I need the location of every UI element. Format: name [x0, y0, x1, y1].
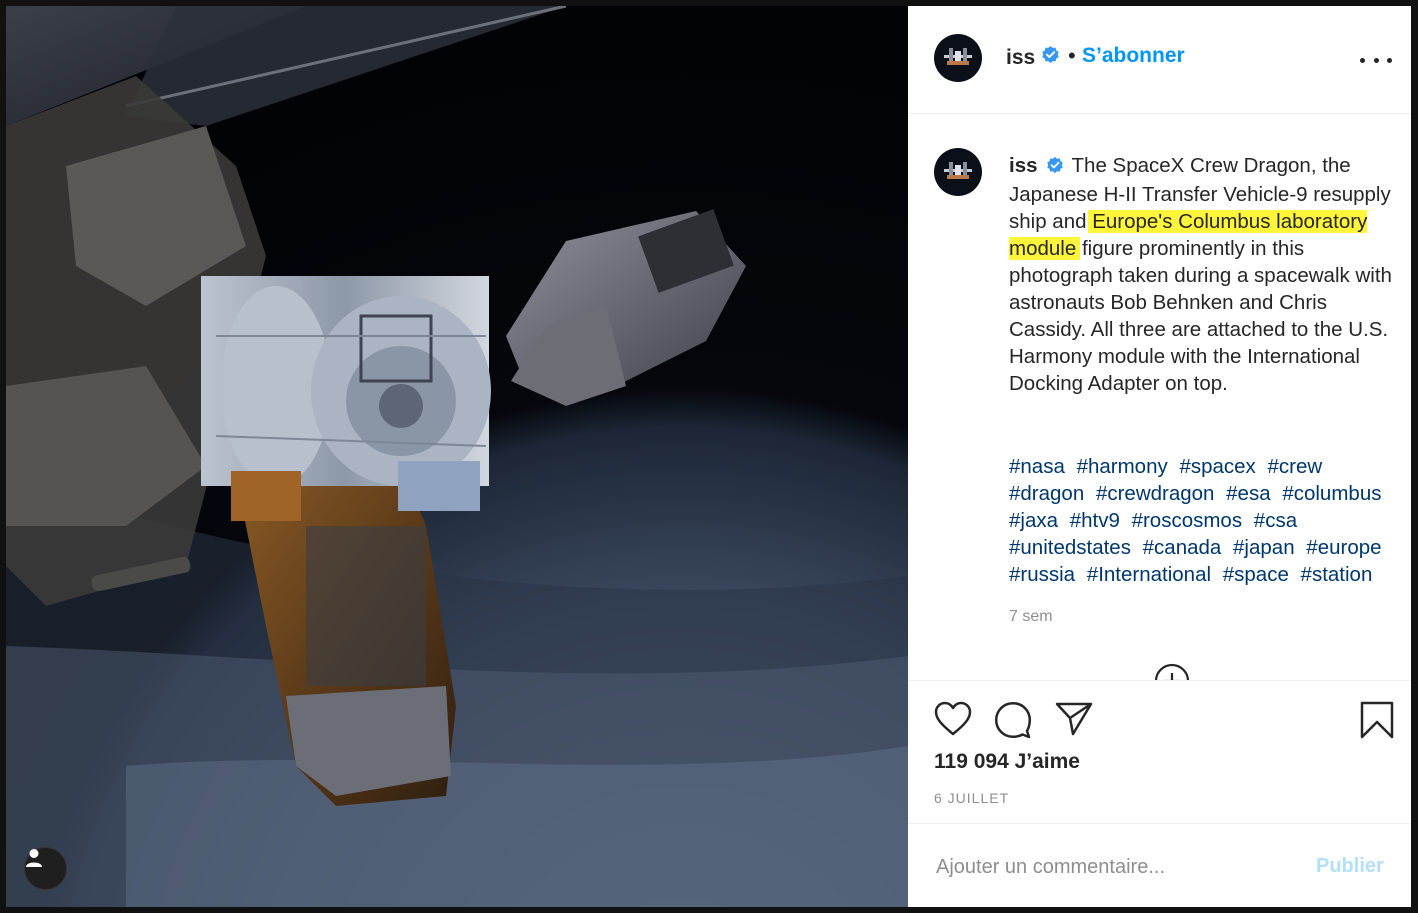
- hashtag-link[interactable]: #japan: [1233, 536, 1295, 559]
- hashtag-link[interactable]: #htv9: [1070, 509, 1120, 532]
- post-side-panel: iss • S’abonner iss The SpaceX Crew Drag…: [908, 6, 1411, 907]
- comment-input[interactable]: [934, 848, 1268, 886]
- caption-highlight: Europe's Columbus: [1088, 210, 1275, 233]
- hashtag-link[interactable]: #canada: [1143, 536, 1222, 559]
- hashtag-list: #nasa #harmony #spacex #crew #dragon #cr…: [1009, 453, 1404, 588]
- header-separator: •: [1068, 43, 1076, 68]
- hashtag-link[interactable]: #crewdragon: [1096, 482, 1215, 505]
- hashtag-link[interactable]: #roscosmos: [1132, 509, 1243, 532]
- iss-logo-icon: [944, 162, 972, 179]
- space-station-image: [6, 6, 908, 907]
- user-silhouette-icon: [26, 849, 42, 867]
- add-comment-bar: Publier: [908, 823, 1411, 907]
- caption-text-end: figure prominently in this photograph ta…: [1009, 237, 1392, 395]
- profile-avatar[interactable]: [934, 34, 982, 82]
- hashtag-link[interactable]: #unitedstates: [1009, 536, 1131, 559]
- hashtag-link[interactable]: #russia: [1009, 563, 1075, 586]
- post-caption: iss The SpaceX Crew Dragon, the Japanese…: [1009, 152, 1401, 397]
- post-actions: 119 094 J’aime 6 JUILLET: [908, 680, 1411, 824]
- post-date[interactable]: 6 JUILLET: [934, 790, 1009, 806]
- plus-circle-icon[interactable]: [1153, 662, 1191, 680]
- hashtag-link[interactable]: #harmony: [1077, 455, 1168, 478]
- post-header: iss • S’abonner: [908, 6, 1411, 114]
- iss-logo-icon: [944, 48, 972, 65]
- caption-username[interactable]: iss: [1009, 154, 1038, 177]
- tagged-users-button[interactable]: [25, 848, 66, 889]
- likes-count[interactable]: 119 094 J’aime: [934, 750, 1080, 774]
- post-modal: iss • S’abonner iss The SpaceX Crew Drag…: [6, 6, 1411, 907]
- verified-badge-icon: [1041, 45, 1060, 70]
- hashtag-link[interactable]: #crew: [1268, 455, 1323, 478]
- paper-plane-icon[interactable]: [1055, 701, 1093, 742]
- hashtag-link[interactable]: #dragon: [1009, 482, 1084, 505]
- hashtag-link[interactable]: #station: [1301, 563, 1373, 586]
- comment-bubble-icon[interactable]: [994, 701, 1032, 744]
- caption-timestamp[interactable]: 7 sem: [1009, 608, 1053, 626]
- hashtag-link[interactable]: #jaxa: [1009, 509, 1058, 532]
- hashtag-link[interactable]: #csa: [1254, 509, 1297, 532]
- hashtag-link[interactable]: #columbus: [1282, 482, 1381, 505]
- post-photo[interactable]: [6, 6, 908, 907]
- publish-button[interactable]: Publier: [1316, 855, 1384, 878]
- caption-avatar[interactable]: [934, 148, 982, 196]
- header-username[interactable]: iss: [1006, 45, 1060, 70]
- hashtag-link[interactable]: #International: [1087, 563, 1211, 586]
- hashtag-link[interactable]: #esa: [1226, 482, 1270, 505]
- follow-button[interactable]: S’abonner: [1082, 44, 1185, 68]
- bookmark-icon[interactable]: [1360, 701, 1394, 744]
- hashtag-link[interactable]: #europe: [1306, 536, 1381, 559]
- heart-icon[interactable]: [934, 701, 972, 742]
- hashtag-link[interactable]: #nasa: [1009, 455, 1065, 478]
- hashtag-link[interactable]: #space: [1223, 563, 1289, 586]
- more-options-icon[interactable]: [1360, 50, 1392, 70]
- comments-section: iss The SpaceX Crew Dragon, the Japanese…: [908, 114, 1411, 680]
- hashtag-link[interactable]: #spacex: [1179, 455, 1255, 478]
- caption-verified-badge-icon: [1046, 154, 1064, 181]
- username-text[interactable]: iss: [1006, 46, 1035, 70]
